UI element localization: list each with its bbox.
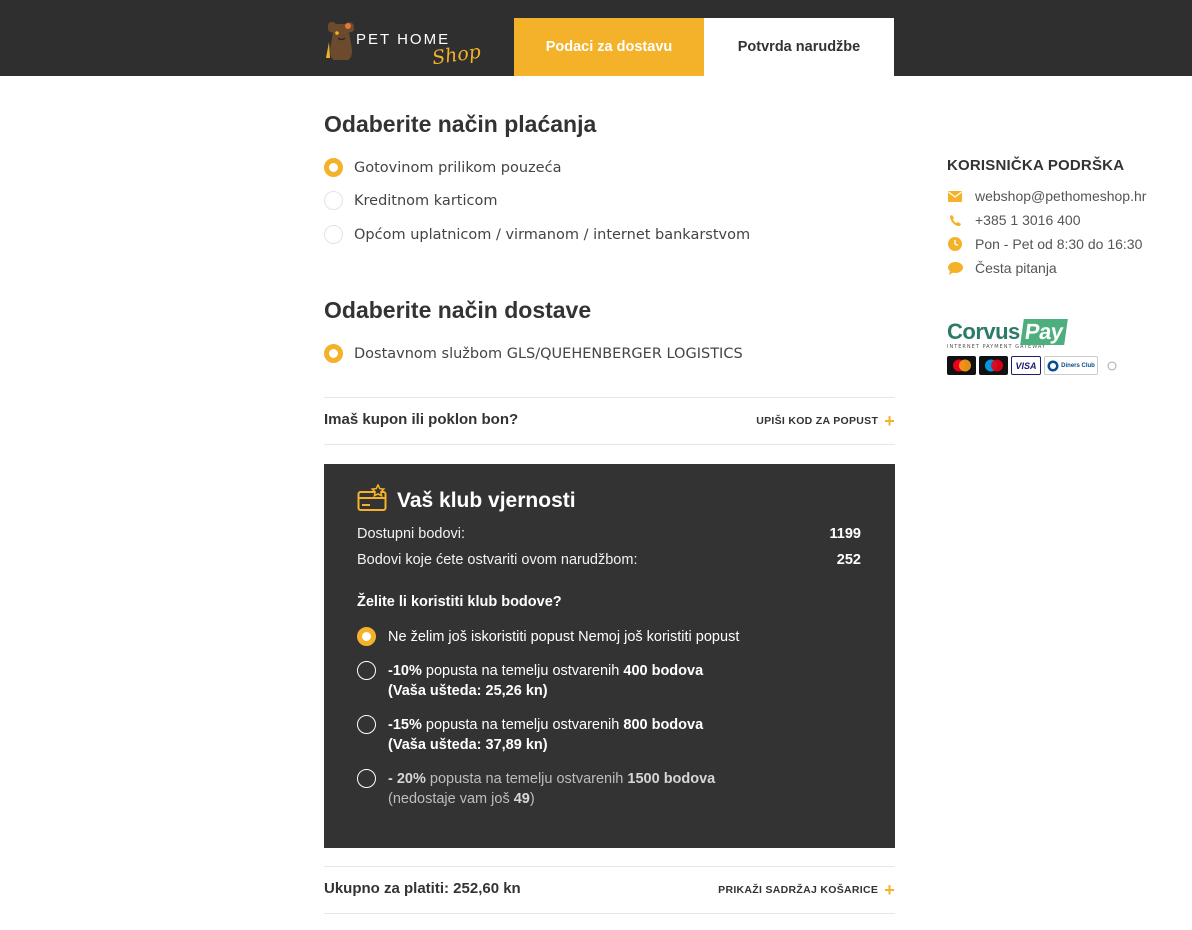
faq-label: Česta pitanja [975, 260, 1057, 276]
radio-unselected[interactable] [357, 769, 376, 788]
phone-icon [947, 212, 963, 228]
pet-home-shop-logo[interactable]: PET HOME Shop [324, 18, 494, 69]
tab-delivery-details[interactable]: Podaci za dostavu [514, 18, 704, 76]
missing-points-value: 49 [513, 791, 530, 807]
radio-selected[interactable] [324, 344, 343, 363]
visa-icon: VISA [1011, 356, 1041, 375]
payment-option-label: Gotovinom prilikom pouzeća [354, 159, 562, 176]
clock-icon [947, 236, 963, 252]
support-email-link[interactable]: webshop@pethomeshop.hr [947, 188, 1146, 204]
required-points: 400 bodova [623, 663, 704, 679]
available-points-label: Dostupni bodovi: [357, 526, 466, 542]
delivery-method-title: Odaberite način dostave [324, 297, 592, 323]
discover-icon [1101, 356, 1123, 375]
support-hours: Pon - Pet od 8:30 do 16:30 [947, 236, 1142, 252]
divider [324, 913, 895, 914]
support-phone: +385 1 3016 400 [975, 212, 1081, 228]
loyalty-card-icon [357, 484, 387, 511]
tab-order-confirmation[interactable]: Potvrda narudžbe [704, 18, 894, 76]
divider [324, 397, 895, 398]
available-points-value: 1199 [829, 526, 861, 542]
loyalty-option-text: - 20% popusta na temelju ostvarenih 1500… [388, 769, 715, 809]
corvus-text: Corvus [947, 319, 1020, 344]
discount-percent: -10% [388, 663, 422, 679]
enter-discount-code-label: UPIŠI KOD ZA POPUST [756, 415, 879, 427]
plus-icon: + [884, 880, 895, 900]
delivery-option-label: Dostavnom službom GLS/QUEHENBERGER LOGIS… [354, 345, 743, 362]
payment-option-label: Kreditnom karticom [354, 192, 498, 209]
required-points: 1500 bodova [627, 771, 716, 787]
accepted-cards: VISA Diners Club [947, 356, 1123, 375]
payment-option-label: Općom uplatnicom / virmanom / internet b… [354, 226, 751, 243]
discount-description: popusta na temelju ostvarenih [421, 717, 624, 733]
radio-unselected[interactable] [357, 715, 376, 734]
loyalty-option-no-discount[interactable]: Ne želim još iskoristiti popust Nemoj jo… [357, 627, 739, 647]
faq-link[interactable]: Česta pitanja [947, 260, 1057, 276]
loyalty-option-text: -15% popusta na temelju ostvarenih 800 b… [388, 715, 703, 755]
savings-amount: (Vaša ušteda: 25,26 kn) [388, 683, 548, 699]
loyalty-option-10-percent[interactable]: -10% popusta na temelju ostvarenih 400 b… [357, 661, 703, 701]
show-cart-contents-link[interactable]: PRIKAŽI SADRŽAJ KOŠARICE + [718, 881, 895, 899]
coupon-label: Imaš kupon ili poklon bon? [324, 411, 519, 428]
discount-description: popusta na temelju ostvarenih [421, 663, 624, 679]
payment-method-title: Odaberite način plaćanja [324, 111, 597, 137]
corvuspay-name: Corvus Pay [947, 319, 1068, 345]
discount-description: popusta na temelju ostvarenih [425, 771, 628, 787]
show-cart-contents-label: PRIKAŽI SADRŽAJ KOŠARICE [718, 884, 879, 896]
divider [324, 866, 895, 867]
customer-support-title: KORISNIČKA PODRŠKA [947, 157, 1125, 174]
radio-selected[interactable] [357, 627, 376, 646]
diners-club-label: Diners Club [1061, 362, 1095, 369]
required-points: 800 bodova [623, 717, 704, 733]
divider [324, 444, 895, 445]
payment-option-bank-transfer[interactable]: Općom uplatnicom / virmanom / internet b… [324, 225, 750, 244]
payment-option-cash-on-delivery[interactable]: Gotovinom prilikom pouzeća [324, 158, 561, 177]
earned-points-value: 252 [836, 552, 861, 568]
use-points-question: Želite li koristiti klub bodove? [357, 594, 562, 610]
radio-selected[interactable] [324, 158, 343, 177]
pay-text: Pay [1019, 319, 1068, 345]
chat-bubble-icon [947, 260, 963, 276]
loyalty-option-15-percent[interactable]: -15% popusta na temelju ostvarenih 800 b… [357, 715, 703, 755]
loyalty-title: Vaš klub vjernosti [397, 489, 576, 512]
loyalty-club-panel: Vaš klub vjernosti Dostupni bodovi: 1199… [324, 464, 895, 848]
dog-logo-icon [326, 21, 355, 61]
enter-discount-code-link[interactable]: UPIŠI KOD ZA POPUST + [756, 412, 895, 430]
support-hours-text: Pon - Pet od 8:30 do 16:30 [975, 236, 1143, 252]
loyalty-option-20-percent[interactable]: - 20% popusta na temelju ostvarenih 1500… [357, 769, 715, 809]
logo-text: PET HOME [356, 31, 451, 48]
support-phone-link[interactable]: +385 1 3016 400 [947, 212, 1081, 228]
radio-unselected[interactable] [324, 225, 343, 244]
payment-option-credit-card[interactable]: Kreditnom karticom [324, 191, 497, 210]
radio-unselected[interactable] [357, 661, 376, 680]
radio-unselected[interactable] [324, 191, 343, 210]
corvuspay-logo: Corvus Pay INTERNET PAYMENT GATEWAY [947, 319, 1068, 350]
discount-percent: - 20% [388, 771, 426, 787]
missing-points-suffix: ) [529, 791, 535, 807]
discount-percent: -15% [388, 717, 422, 733]
delivery-option-gls[interactable]: Dostavnom službom GLS/QUEHENBERGER LOGIS… [324, 344, 743, 363]
loyalty-option-text: Ne želim još iskoristiti popust Nemoj jo… [388, 629, 740, 645]
plus-icon: + [884, 411, 895, 431]
maestro-icon [979, 356, 1008, 375]
mastercard-icon [947, 356, 976, 375]
earned-points-label: Bodovi koje ćete ostvariti ovom narudžbo… [357, 552, 638, 568]
support-email: webshop@pethomeshop.hr [975, 188, 1147, 204]
loyalty-option-text: -10% popusta na temelju ostvarenih 400 b… [388, 661, 703, 701]
savings-amount: (Vaša ušteda: 37,89 kn) [388, 737, 548, 753]
envelope-icon [947, 188, 963, 204]
total-to-pay: Ukupno za platiti: 252,60 kn [324, 880, 521, 897]
diners-club-icon: Diners Club [1044, 356, 1098, 375]
missing-points-prefix: (nedostaje vam još [388, 791, 514, 807]
